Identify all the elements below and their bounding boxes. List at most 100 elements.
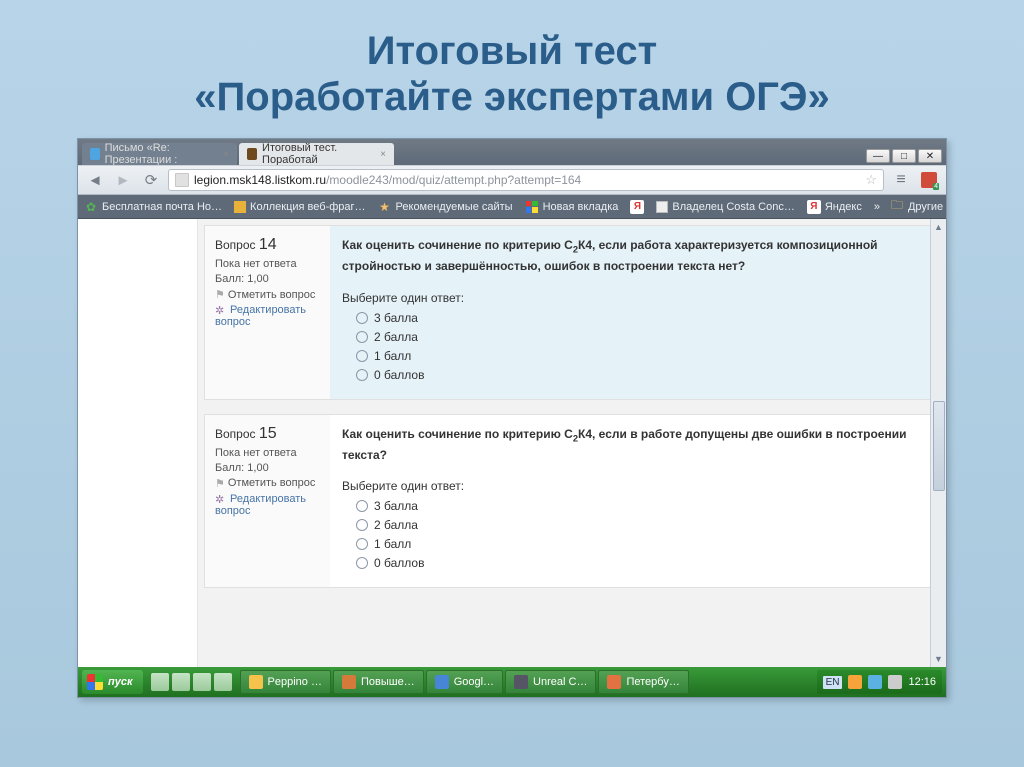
system-tray: EN 12:16 [817, 670, 942, 694]
url-input[interactable]: legion.msk148.listkom.ru/moodle243/mod/q… [168, 169, 884, 191]
option-label: 2 балла [374, 518, 418, 532]
question-info: Вопрос 14Пока нет ответаБалл: 1,00⚑ Отме… [205, 226, 330, 399]
reload-button[interactable]: ⟳ [140, 169, 162, 191]
maximize-button[interactable]: □ [892, 149, 916, 163]
question-title: Вопрос 14 [215, 236, 320, 254]
answer-option[interactable]: 2 балла [356, 518, 921, 532]
question-number: 15 [259, 425, 277, 442]
scroll-down-icon[interactable]: ▼ [931, 651, 946, 667]
start-label: пуск [108, 676, 133, 688]
bookmark-label: Коллекция веб-фраг… [250, 201, 365, 213]
url-path: /moodle243/mod/quiz/attempt.php?attempt=… [326, 173, 581, 187]
scrollbar[interactable]: ▲ ▼ [930, 219, 946, 667]
taskbar-button[interactable]: Повыше… [333, 670, 424, 694]
answer-option[interactable]: 3 балла [356, 311, 921, 325]
taskbar-button-label: Петербу… [626, 676, 679, 688]
radio-icon [356, 500, 368, 512]
app-icon [249, 675, 263, 689]
menu-button[interactable]: ≡ [890, 169, 912, 191]
slide-title-line1: Итоговый тест [367, 29, 657, 73]
edit-question[interactable]: ✲ Редактировать вопрос [215, 493, 320, 517]
scroll-up-icon[interactable]: ▲ [931, 219, 946, 235]
answer-option[interactable]: 1 балл [356, 537, 921, 551]
bookmark-item[interactable]: Новая вкладка [525, 200, 619, 214]
quicklaunch-icon[interactable] [151, 673, 169, 691]
bookmark-label: Бесплатная почта Но… [102, 201, 222, 213]
start-button[interactable]: пуск [82, 670, 143, 694]
question-title: Вопрос 15 [215, 425, 320, 443]
slide-title: Итоговый тест «Поработайте экспертами ОГ… [0, 0, 1024, 138]
volume-icon[interactable] [888, 675, 902, 689]
quicklaunch-icon[interactable] [172, 673, 190, 691]
gear-icon: ✲ [215, 304, 227, 316]
bookmark-label: Другие закладки [908, 201, 947, 213]
close-button[interactable]: ✕ [918, 149, 942, 163]
bookmark-label: Рекомендуемые сайты [396, 201, 513, 213]
quicklaunch-icon[interactable] [193, 673, 211, 691]
taskbar-button-label: Peppino … [268, 676, 322, 688]
flag-question[interactable]: ⚑ Отметить вопрос [215, 477, 320, 490]
question-state: Пока нет ответа [215, 447, 320, 459]
radio-icon [356, 538, 368, 550]
answer-option[interactable]: 2 балла [356, 330, 921, 344]
quicklaunch [147, 673, 236, 691]
back-button[interactable]: ◄ [84, 169, 106, 191]
edit-question[interactable]: ✲ Редактировать вопрос [215, 304, 320, 328]
window-controls: — □ ✕ [866, 149, 946, 165]
option-label: 0 баллов [374, 556, 424, 570]
option-label: 1 балл [374, 349, 411, 363]
gear-icon: ✲ [215, 493, 227, 505]
taskbar-button-label: Повыше… [361, 676, 415, 688]
bookmark-star-icon[interactable]: ☆ [865, 172, 877, 188]
radio-icon [356, 519, 368, 531]
tab-label: Письмо «Re: Презентации : [105, 143, 218, 165]
quiz-nav-column [78, 219, 198, 667]
answer-option[interactable]: 1 балл [356, 349, 921, 363]
bookmark-item[interactable]: ★Рекомендуемые сайты [378, 200, 513, 214]
option-label: 2 балла [374, 330, 418, 344]
answer-option[interactable]: 3 балла [356, 499, 921, 513]
question-body: Как оценить сочинение по критерию С2К4, … [330, 415, 933, 588]
answer-option[interactable]: 0 баллов [356, 556, 921, 570]
windows-icon [87, 674, 103, 690]
scroll-thumb[interactable] [933, 401, 945, 491]
bookmark-item[interactable]: Коллекция веб-фраг… [234, 201, 365, 213]
bookmark-icon: ✿ [84, 200, 98, 214]
extension-icon[interactable]: 4 [918, 169, 940, 191]
slide-title-line2: «Поработайте экспертами ОГЭ» [194, 75, 829, 119]
bookmarks-bar: ✿ Бесплатная почта Но… Коллекция веб-фраг… [78, 195, 946, 219]
app-icon [435, 675, 449, 689]
tray-icon[interactable] [848, 675, 862, 689]
question-block: Вопрос 14Пока нет ответаБалл: 1,00⚑ Отме… [204, 225, 934, 400]
bookmark-item[interactable]: ✿ Бесплатная почта Но… [84, 200, 222, 214]
close-icon[interactable]: × [380, 149, 386, 160]
question-text: Как оценить сочинение по критерию С2К4, … [342, 425, 921, 466]
taskbar-button[interactable]: Peppino … [240, 670, 331, 694]
language-indicator[interactable]: EN [823, 676, 843, 689]
question-info: Вопрос 15Пока нет ответаБалл: 1,00⚑ Отме… [205, 415, 330, 588]
forward-button[interactable]: ► [112, 169, 134, 191]
bookmark-item[interactable]: ЯЯндекс [807, 200, 862, 214]
tray-icon[interactable] [868, 675, 882, 689]
taskbar-button[interactable]: Unreal C… [505, 670, 596, 694]
flag-icon: ⚑ [215, 288, 225, 301]
close-icon[interactable]: × [223, 149, 229, 160]
other-bookmarks[interactable]: 🗀Другие закладки [890, 200, 947, 214]
bookmark-item[interactable]: Я [630, 200, 644, 214]
answer-option[interactable]: 0 баллов [356, 368, 921, 382]
question-score: Балл: 1,00 [215, 273, 320, 285]
radio-icon [356, 369, 368, 381]
flag-question[interactable]: ⚑ Отметить вопрос [215, 288, 320, 301]
bookmark-item[interactable]: Владелец Costa Conc… [656, 201, 794, 213]
tab-inactive[interactable]: Письмо «Re: Презентации : × [82, 143, 237, 165]
taskbar-button[interactable]: Петербу… [598, 670, 688, 694]
tab-active[interactable]: Итоговый тест. Поработай × [239, 143, 394, 165]
answer-options: 3 балла 2 балла 1 балл 0 баллов [342, 499, 921, 570]
taskbar-button[interactable]: Googl… [426, 670, 503, 694]
clock[interactable]: 12:16 [908, 676, 936, 688]
option-label: 1 балл [374, 537, 411, 551]
minimize-button[interactable]: — [866, 149, 890, 163]
bookmarks-overflow[interactable]: » [874, 201, 880, 213]
quicklaunch-icon[interactable] [214, 673, 232, 691]
bookmark-label: Владелец Costa Conc… [672, 201, 794, 213]
